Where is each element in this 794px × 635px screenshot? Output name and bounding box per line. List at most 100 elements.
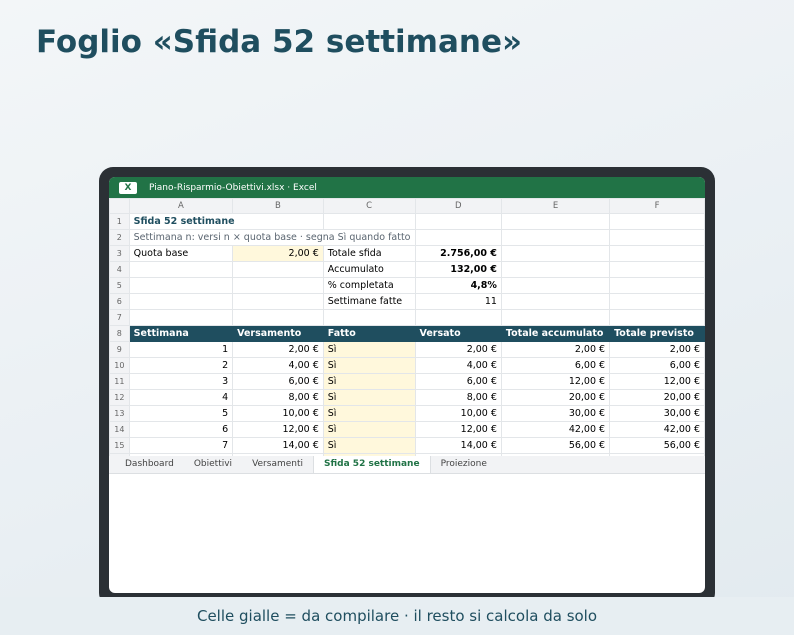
cell-versamento[interactable]: 2,00 €: [232, 341, 324, 358]
summary-value[interactable]: 2.756,00 €: [414, 245, 502, 262]
tab-proiezione[interactable]: Proiezione: [431, 456, 497, 473]
row-header[interactable]: 13: [109, 405, 130, 422]
cell-settimana[interactable]: 7: [128, 437, 234, 454]
row-header[interactable]: 2: [109, 229, 130, 246]
cell[interactable]: [500, 293, 611, 310]
cell-settimana[interactable]: 3: [128, 373, 234, 390]
cell-settimana[interactable]: 4: [128, 389, 234, 406]
cell[interactable]: [128, 261, 234, 278]
quota-base-input[interactable]: 2,00 €: [232, 245, 324, 262]
cell[interactable]: [322, 309, 416, 326]
column-header[interactable]: C: [322, 198, 416, 214]
cell[interactable]: [322, 213, 416, 230]
cell[interactable]: [414, 213, 502, 230]
row-header[interactable]: 8: [109, 325, 130, 342]
cell[interactable]: [609, 277, 705, 294]
instructions-cell[interactable]: Settimana n: versi n × quota base · segn…: [128, 229, 416, 246]
cell-totale-previsto[interactable]: 12,00 €: [609, 373, 705, 390]
cell-totale-previsto[interactable]: 42,00 €: [609, 421, 705, 438]
row-header[interactable]: 9: [109, 341, 130, 358]
summary-label[interactable]: % completata: [322, 277, 416, 294]
cell[interactable]: [128, 293, 234, 310]
cell-versamento[interactable]: 8,00 €: [232, 389, 324, 406]
cell-totale-previsto[interactable]: 6,00 €: [609, 357, 705, 374]
cell-versato[interactable]: 8,00 €: [414, 389, 502, 406]
cell[interactable]: [609, 261, 705, 278]
cell[interactable]: [609, 293, 705, 310]
cell-totale-accumulato[interactable]: 20,00 €: [500, 389, 611, 406]
cell[interactable]: [232, 261, 324, 278]
cell-versamento[interactable]: 12,00 €: [232, 421, 324, 438]
cell[interactable]: [500, 261, 611, 278]
cell-versamento[interactable]: 6,00 €: [232, 373, 324, 390]
cell-versato[interactable]: 12,00 €: [414, 421, 502, 438]
cell[interactable]: [232, 277, 324, 294]
cell-fatto[interactable]: Sì: [322, 357, 416, 374]
cell[interactable]: [414, 309, 502, 326]
table-header-totale-previsto[interactable]: Totale previsto: [609, 325, 705, 342]
row-header[interactable]: 11: [109, 373, 130, 390]
row-header[interactable]: 14: [109, 421, 130, 438]
row-header[interactable]: 4: [109, 261, 130, 278]
cell[interactable]: [609, 309, 705, 326]
row-header[interactable]: 6: [109, 293, 130, 310]
table-header-versato[interactable]: Versato: [414, 325, 502, 342]
cell[interactable]: [500, 309, 611, 326]
cell[interactable]: [128, 309, 234, 326]
row-header[interactable]: 5: [109, 277, 130, 294]
cell[interactable]: [500, 245, 611, 262]
summary-label[interactable]: Totale sfida: [322, 245, 416, 262]
cell-totale-accumulato[interactable]: 2,00 €: [500, 341, 611, 358]
cell[interactable]: [500, 213, 611, 230]
table-header-versamento[interactable]: Versamento: [232, 325, 324, 342]
tab-sfida-52-settimane[interactable]: Sfida 52 settimane: [313, 456, 431, 473]
cell-settimana[interactable]: 1: [128, 341, 234, 358]
column-header[interactable]: F: [609, 198, 705, 214]
table-header-settimana[interactable]: Settimana: [128, 325, 234, 342]
cell-fatto[interactable]: Sì: [322, 341, 416, 358]
cell-totale-previsto[interactable]: 56,00 €: [609, 437, 705, 454]
summary-value[interactable]: 132,00 €: [414, 261, 502, 278]
summary-label[interactable]: Accumulato: [322, 261, 416, 278]
cell-settimana[interactable]: 5: [128, 405, 234, 422]
cell-versato[interactable]: 2,00 €: [414, 341, 502, 358]
quota-base-label[interactable]: Quota base: [128, 245, 234, 262]
cell-settimana[interactable]: 6: [128, 421, 234, 438]
cell[interactable]: [414, 229, 502, 246]
cell-versato[interactable]: 4,00 €: [414, 357, 502, 374]
cell-fatto[interactable]: Sì: [322, 421, 416, 438]
cell-totale-previsto[interactable]: 30,00 €: [609, 405, 705, 422]
row-header[interactable]: 3: [109, 245, 130, 262]
row-header[interactable]: 1: [109, 213, 130, 230]
cell-versato[interactable]: 6,00 €: [414, 373, 502, 390]
cell[interactable]: [609, 213, 705, 230]
row-header[interactable]: 7: [109, 309, 130, 326]
cell-totale-previsto[interactable]: 2,00 €: [609, 341, 705, 358]
cell-versamento[interactable]: 4,00 €: [232, 357, 324, 374]
cell-totale-accumulato[interactable]: 6,00 €: [500, 357, 611, 374]
cell-versamento[interactable]: 10,00 €: [232, 405, 324, 422]
column-header[interactable]: A: [128, 198, 234, 214]
cell-totale-accumulato[interactable]: 56,00 €: [500, 437, 611, 454]
cell[interactable]: [128, 277, 234, 294]
cell-totale-accumulato[interactable]: 42,00 €: [500, 421, 611, 438]
cell-settimana[interactable]: 2: [128, 357, 234, 374]
cell-versato[interactable]: 10,00 €: [414, 405, 502, 422]
sheet-title-cell[interactable]: Sfida 52 settimane: [128, 213, 324, 230]
summary-value[interactable]: 11: [414, 293, 502, 310]
column-header[interactable]: D: [414, 198, 502, 214]
column-header[interactable]: E: [500, 198, 611, 214]
cell-fatto[interactable]: Sì: [322, 405, 416, 422]
cell[interactable]: [500, 277, 611, 294]
tab-obiettivi[interactable]: Obiettivi: [184, 456, 242, 473]
cell-fatto[interactable]: Sì: [322, 389, 416, 406]
cell[interactable]: [232, 309, 324, 326]
cell-fatto[interactable]: Sì: [322, 373, 416, 390]
cell-versamento[interactable]: 14,00 €: [232, 437, 324, 454]
column-header[interactable]: B: [232, 198, 324, 214]
row-header[interactable]: 15: [109, 437, 130, 454]
cell-versato[interactable]: 14,00 €: [414, 437, 502, 454]
table-header-totale-accumulato[interactable]: Totale accumulato: [500, 325, 611, 342]
select-all-corner[interactable]: [109, 198, 130, 214]
cell[interactable]: [609, 245, 705, 262]
